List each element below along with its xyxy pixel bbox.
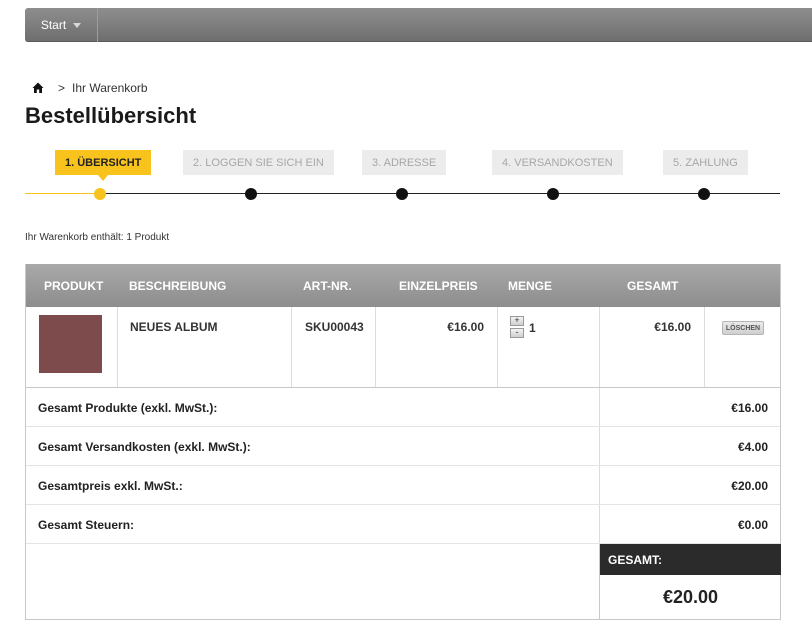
chevron-down-icon — [73, 22, 82, 28]
product-unit-price: €16.00 — [447, 320, 484, 334]
delete-button[interactable]: LÖSCHEN — [722, 321, 764, 335]
step-dot-5 — [698, 188, 710, 200]
step-address[interactable]: 3. ADRESSE — [362, 150, 447, 175]
cell-divider — [117, 307, 118, 387]
cell-divider — [599, 388, 600, 426]
grand-total-value: €20.00 — [662, 587, 719, 607]
nav-start-menu[interactable]: Start — [25, 8, 98, 42]
product-sku: SKU00043 — [305, 320, 364, 334]
top-nav-bar: Start — [25, 8, 812, 42]
step-dot-4 — [547, 188, 559, 200]
step-payment[interactable]: 5. ZAHLUNG — [663, 150, 748, 175]
quantity-decrease-button[interactable]: - — [510, 328, 524, 338]
progress-line-todo — [100, 193, 780, 194]
step-dot-1 — [94, 188, 106, 200]
step-overview[interactable]: 1. ÜBERSICHT — [55, 150, 152, 181]
cell-divider — [599, 505, 600, 543]
step-login[interactable]: 2. LOGGEN SIE SICH EIN — [183, 150, 334, 175]
breadcrumb: > Ihr Warenkorb — [32, 81, 148, 95]
cart-table-header: PRODUKT BESCHREIBUNG ART-NR. EINZELPREIS… — [26, 264, 780, 307]
page-title: Bestellübersicht — [25, 103, 197, 128]
cell-divider — [599, 307, 600, 387]
cart-table: PRODUKT BESCHREIBUNG ART-NR. EINZELPREIS… — [25, 264, 781, 620]
col-header-description: BESCHREIBUNG — [129, 279, 227, 293]
summary-row-subtotal: Gesamtpreis exkl. MwSt.: €20.00 — [26, 466, 780, 505]
step-dot-2 — [245, 188, 257, 200]
cell-divider — [599, 427, 600, 465]
cell-divider — [599, 466, 600, 504]
summary-label: Gesamt Produkte (exkl. MwSt.): — [38, 401, 218, 415]
col-header-quantity: MENGE — [508, 279, 553, 293]
grand-total-row: GESAMT: €20.00 — [26, 544, 781, 619]
home-icon[interactable] — [32, 82, 44, 94]
summary-row-products: Gesamt Produkte (exkl. MwSt.): €16.00 — [26, 388, 780, 427]
cell-divider — [704, 307, 705, 387]
breadcrumb-current: Ihr Warenkorb — [72, 81, 148, 95]
col-header-sku: ART-NR. — [303, 279, 352, 293]
summary-label: Gesamt Versandkosten (exkl. MwSt.): — [38, 440, 251, 454]
breadcrumb-separator: > — [58, 81, 66, 95]
summary-row-shipping: Gesamt Versandkosten (exkl. MwSt.): €4.0… — [26, 427, 780, 466]
grand-total-label: GESAMT: — [600, 544, 781, 575]
cell-divider — [497, 307, 498, 387]
summary-value: €16.00 — [731, 401, 768, 415]
progress-line-done — [25, 193, 100, 194]
col-header-unit-price: EINZELPREIS — [399, 279, 478, 293]
checkout-steps: 1. ÜBERSICHT 2. LOGGEN SIE SICH EIN 3. A… — [25, 150, 780, 210]
step-dot-3 — [396, 188, 408, 200]
grand-total-box: GESAMT: €20.00 — [599, 544, 781, 619]
summary-value: €20.00 — [731, 479, 768, 493]
cell-divider — [291, 307, 292, 387]
product-description[interactable]: NEUES ALBUM — [130, 320, 218, 334]
product-quantity: 1 — [529, 321, 536, 335]
summary-value: €4.00 — [737, 440, 768, 454]
summary-row-tax: Gesamt Steuern: €0.00 — [26, 505, 780, 544]
col-header-total: GESAMT — [627, 279, 679, 293]
product-thumbnail[interactable] — [39, 315, 102, 373]
table-row: NEUES ALBUM SKU00043 €16.00 + - 1 €16.00… — [26, 307, 780, 388]
quantity-stepper: + - — [510, 316, 524, 338]
summary-value: €0.00 — [737, 518, 768, 532]
cell-divider — [375, 307, 376, 387]
summary-label: Gesamt Steuern: — [38, 518, 135, 532]
summary-label: Gesamtpreis exkl. MwSt.: — [38, 479, 183, 493]
step-shipping[interactable]: 4. VERSANDKOSTEN — [492, 150, 623, 175]
col-header-product: PRODUKT — [44, 279, 104, 293]
quantity-increase-button[interactable]: + — [510, 316, 524, 326]
cart-count: Ihr Warenkorb enthält: 1 Produkt — [25, 232, 170, 243]
product-total: €16.00 — [654, 320, 691, 334]
nav-start-label: Start — [40, 18, 67, 32]
